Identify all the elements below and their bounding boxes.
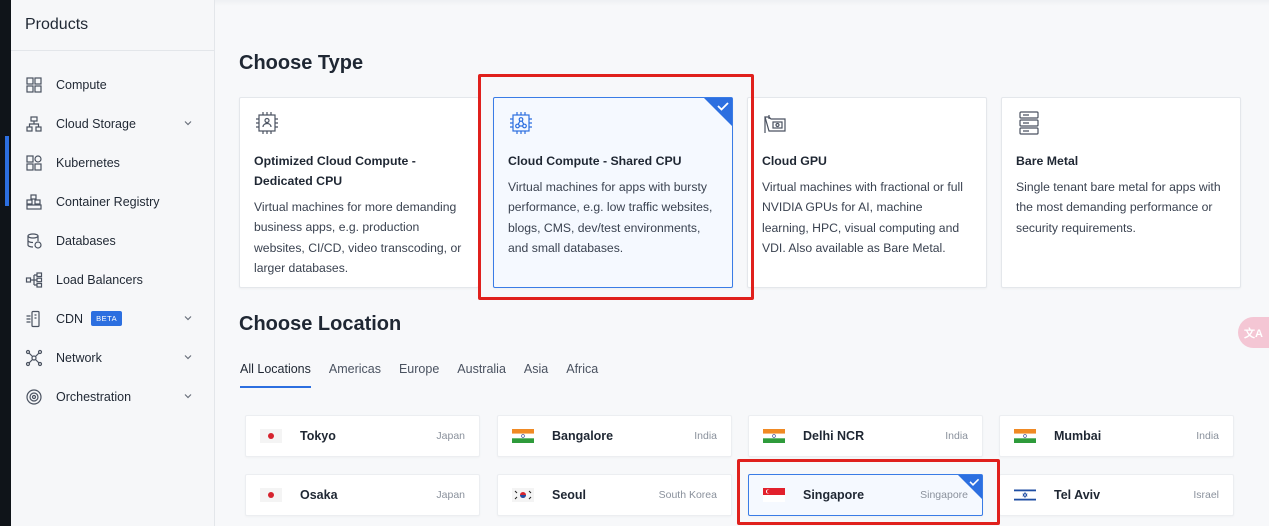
location-city: Tel Aviv	[1054, 488, 1101, 502]
products-sidebar: Products Compute Cloud Storage Kubernete…	[5, 0, 215, 526]
sidebar-item-kubernetes[interactable]: Kubernetes	[11, 143, 214, 182]
sidebar-item-label: CDN	[56, 311, 84, 326]
sidebar-item-label: Databases	[56, 233, 116, 248]
location-city: Seoul	[552, 488, 587, 502]
choose-location-heading: Choose Location	[239, 313, 402, 335]
sidebar-item-cdn[interactable]: CDN BETA	[11, 299, 214, 338]
sidebar-item-compute[interactable]: Compute	[11, 65, 214, 104]
location-tabs: All Locations Americas Europe Australia …	[240, 362, 616, 388]
location-country: South Korea	[658, 489, 717, 501]
japan-flag-icon	[260, 488, 282, 502]
sidebar-item-label: Kubernetes	[56, 155, 120, 170]
chevron-down-icon[interactable]	[182, 312, 194, 324]
window-edge	[0, 0, 11, 526]
card-description: Virtual machines with fractional or full…	[762, 180, 963, 255]
card-title: Bare Metal	[1016, 154, 1079, 168]
translate-icon: 文A	[1244, 327, 1263, 340]
location-city: Tokyo	[300, 429, 336, 443]
location-country: India	[694, 430, 717, 442]
location-city: Delhi NCR	[803, 429, 865, 443]
type-card-cloud-gpu[interactable]: Cloud GPU Virtual machines with fraction…	[747, 97, 987, 288]
location-osaka[interactable]: Osaka Japan	[245, 474, 480, 516]
sidebar-item-label: Load Balancers	[56, 272, 143, 287]
type-card-optimized-compute[interactable]: Optimized Cloud Compute - Dedicated CPU …	[239, 97, 479, 288]
cloud-storage-icon	[25, 115, 43, 133]
cpu-icon	[256, 112, 278, 134]
location-country: Japan	[436, 489, 465, 501]
highlight-singapore	[737, 459, 1000, 525]
tab-europe[interactable]: Europe	[399, 362, 439, 388]
sidebar-active-indicator	[5, 136, 9, 206]
sidebar-item-container-registry[interactable]: Container Registry	[11, 182, 214, 221]
location-city: Mumbai	[1054, 429, 1102, 443]
sidebar-item-network[interactable]: Network	[11, 338, 214, 377]
load-balancer-icon	[25, 271, 43, 289]
card-description: Virtual machines for more demanding busi…	[254, 200, 462, 275]
chevron-down-icon[interactable]	[182, 117, 194, 129]
highlight-shared-cpu	[478, 74, 754, 300]
tab-asia[interactable]: Asia	[524, 362, 548, 388]
card-title: Cloud GPU	[762, 154, 827, 168]
tab-africa[interactable]: Africa	[566, 362, 598, 388]
location-city: Bangalore	[552, 429, 614, 443]
type-card-bare-metal[interactable]: Bare Metal Single tenant bare metal for …	[1001, 97, 1241, 288]
location-country: India	[1196, 430, 1219, 442]
kubernetes-icon	[25, 154, 43, 172]
compute-icon	[25, 76, 43, 94]
sidebar-item-load-balancers[interactable]: Load Balancers	[11, 260, 214, 299]
translate-button[interactable]: 文A	[1238, 317, 1269, 348]
japan-flag-icon	[260, 429, 282, 443]
card-title: Optimized Cloud Compute - Dedicated CPU	[254, 154, 416, 188]
location-country: India	[945, 430, 968, 442]
location-bangalore[interactable]: Bangalore India	[497, 415, 732, 457]
location-mumbai[interactable]: Mumbai India	[999, 415, 1234, 457]
location-seoul[interactable]: Seoul South Korea	[497, 474, 732, 516]
tab-all-locations[interactable]: All Locations	[240, 362, 311, 388]
main-content: Choose Type Optimized Cloud Compute - De…	[215, 0, 1269, 526]
sidebar-item-label: Orchestration	[56, 389, 132, 404]
sidebar-item-label: Container Registry	[56, 194, 160, 209]
location-delhi-ncr[interactable]: Delhi NCR India	[748, 415, 983, 457]
india-flag-icon	[512, 429, 534, 443]
india-flag-icon	[763, 429, 785, 443]
server-icon	[1019, 111, 1039, 135]
choose-type-heading: Choose Type	[239, 52, 364, 74]
sidebar-item-label: Network	[56, 350, 102, 365]
sidebar-title: Products	[11, 0, 214, 51]
location-tel-aviv[interactable]: Tel Aviv Israel	[999, 474, 1234, 516]
card-description: Single tenant bare metal for apps with t…	[1016, 180, 1221, 235]
tab-australia[interactable]: Australia	[457, 362, 506, 388]
sidebar-item-label: Compute	[56, 77, 107, 92]
chevron-down-icon[interactable]	[182, 351, 194, 363]
location-country: Israel	[1193, 489, 1219, 501]
sidebar-item-cloud-storage[interactable]: Cloud Storage	[11, 104, 214, 143]
top-divider	[215, 0, 1269, 6]
location-country: Japan	[436, 430, 465, 442]
tab-americas[interactable]: Americas	[329, 362, 381, 388]
gpu-icon	[764, 115, 786, 133]
india-flag-icon	[1014, 429, 1036, 443]
beta-badge: BETA	[91, 311, 123, 326]
network-icon	[25, 349, 43, 367]
chevron-down-icon[interactable]	[182, 390, 194, 402]
database-icon	[25, 232, 43, 250]
cdn-icon	[25, 310, 43, 328]
container-registry-icon	[25, 193, 43, 211]
sidebar-item-label: Cloud Storage	[56, 116, 136, 131]
south-korea-flag-icon	[512, 488, 534, 502]
orchestration-icon	[25, 388, 43, 406]
location-city: Osaka	[300, 488, 338, 502]
israel-flag-icon	[1014, 488, 1036, 502]
sidebar-item-databases[interactable]: Databases	[11, 221, 214, 260]
location-tokyo[interactable]: Tokyo Japan	[245, 415, 480, 457]
sidebar-item-orchestration[interactable]: Orchestration	[11, 377, 214, 416]
